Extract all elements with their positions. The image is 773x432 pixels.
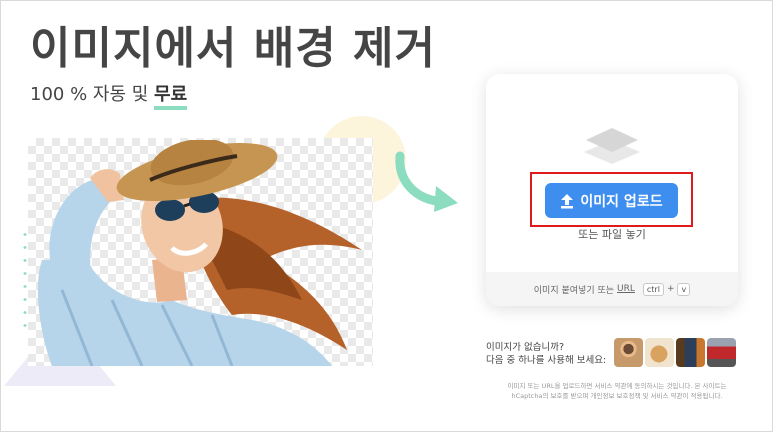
arrow-icon xyxy=(395,151,458,212)
key-plus: + xyxy=(666,284,675,294)
sample-woman-thumbnail[interactable] xyxy=(614,338,643,367)
legal-line1: 이미지 또는 URL을 업로드하면 서비스 약관에 동의하시는 것입니다. 본 … xyxy=(507,382,727,390)
no-image-line2: 다음 중 하나를 사용해 보세요: xyxy=(486,355,607,366)
sample-thumbnails xyxy=(614,338,736,367)
url-link[interactable]: URL xyxy=(617,284,635,294)
key-ctrl: ctrl xyxy=(642,282,664,296)
legal-line2: hCaptcha의 보호를 받으며 개인정보 보호정책 및 서비스 약관이 적용… xyxy=(511,392,723,400)
sample-dog-thumbnail[interactable] xyxy=(645,338,674,367)
page-subtitle: 100 % 자동 및 무료 xyxy=(30,80,188,110)
paste-text: 이미지 붙여넣기 또는 xyxy=(533,285,615,296)
annotation-highlight-box xyxy=(530,172,693,227)
paste-hint: 이미지 붙여넣기 또는 URL ctrl + v xyxy=(486,272,738,306)
subtitle-prefix: 100 % 자동 및 xyxy=(30,84,155,105)
layers-icon xyxy=(584,128,640,164)
no-image-prompt: 이미지가 없습니까? 다음 중 하나를 사용해 보세요: xyxy=(486,341,606,367)
key-v: v xyxy=(677,282,691,296)
sample-objects-thumbnail[interactable] xyxy=(676,338,705,367)
no-image-line1: 이미지가 없습니까? xyxy=(486,342,564,353)
hero-person-image xyxy=(37,140,362,366)
subtitle-highlight: 무료 xyxy=(154,84,188,110)
legal-notice: 이미지 또는 URL을 업로드하면 서비스 약관에 동의하시는 것입니다. 본 … xyxy=(486,381,748,401)
decorative-dots xyxy=(18,228,32,328)
page-title: 이미지에서 배경 제거 xyxy=(30,23,436,74)
sample-car-thumbnail[interactable] xyxy=(707,338,736,367)
drop-file-text: 또는 파일 놓기 xyxy=(578,228,646,241)
